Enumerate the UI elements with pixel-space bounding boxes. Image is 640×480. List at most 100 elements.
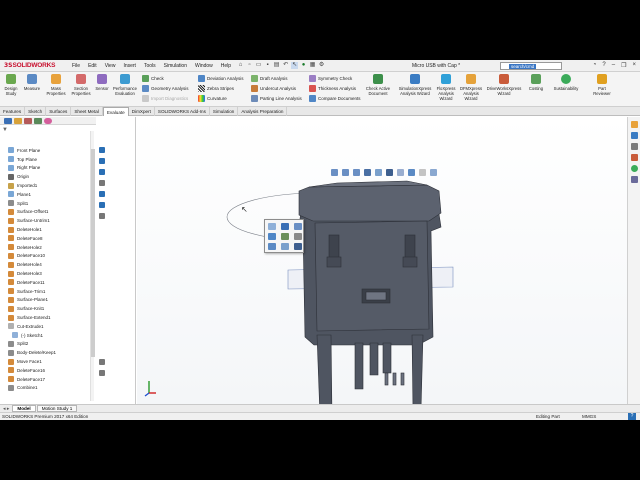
side-plane-icon[interactable] — [99, 169, 105, 175]
floxpress-button[interactable]: FloXpress Analysis Wizard — [434, 74, 458, 101]
file-properties-icon[interactable]: ▦ — [309, 62, 316, 69]
compare-documents-button[interactable]: Compare Documents — [309, 95, 361, 102]
menu-view[interactable]: View — [101, 63, 120, 69]
tab-sketch[interactable]: Sketch — [25, 107, 47, 116]
dfmxpress-button[interactable]: DFMXpress Analysis Wizard — [459, 74, 483, 101]
view-palette-icon[interactable] — [630, 154, 638, 161]
menu-tools[interactable]: Tools — [140, 63, 160, 69]
units-selector[interactable]: MMGS — [582, 414, 596, 419]
isolate-icon[interactable] — [294, 233, 302, 240]
tab-simulation[interactable]: Simulation — [210, 107, 239, 116]
tab-model[interactable]: Model — [12, 405, 36, 412]
tree-item[interactable]: Front Plane — [0, 146, 95, 155]
costing-button[interactable]: Costing — [526, 74, 546, 91]
tree-item[interactable]: (-) Sketch1 — [0, 331, 95, 340]
menu-edit[interactable]: Edit — [84, 63, 101, 69]
tree-item[interactable]: DeleteHole1 — [0, 225, 95, 234]
measure-button[interactable]: Measure — [22, 74, 42, 91]
solidworks-logo[interactable]: 3S SOLIDWORKS — [0, 62, 68, 69]
appearance-icon[interactable] — [281, 233, 289, 240]
sustainability-button[interactable]: Sustainability — [550, 74, 582, 91]
section-properties-button[interactable]: Section Properties — [69, 74, 93, 96]
tree-item[interactable]: Split2 — [0, 340, 95, 349]
status-help-icon[interactable]: ? — [628, 413, 636, 420]
new-document-icon[interactable]: ▫ — [246, 62, 253, 69]
tree-item[interactable]: Move Face1 — [0, 357, 95, 366]
check-active-document-button[interactable]: Check Active Document — [362, 74, 394, 96]
view-icon[interactable] — [294, 243, 302, 250]
save-icon[interactable]: ▪ — [264, 62, 271, 69]
select-other-icon[interactable] — [268, 223, 276, 230]
tab-surfaces[interactable]: Surfaces — [46, 107, 72, 116]
simulationxpress-button[interactable]: SimulationXpress Analysis Wizard — [397, 74, 433, 96]
section-icon[interactable] — [281, 243, 289, 250]
tree-item[interactable]: DeleteFace11 — [0, 278, 95, 287]
parting-line-analysis-button[interactable]: Parting Line Analysis — [251, 95, 302, 102]
solidworks-resources-icon[interactable] — [630, 121, 638, 128]
dimxpert-manager-tab-icon[interactable] — [34, 117, 42, 124]
design-library-icon[interactable] — [630, 132, 638, 139]
side-plane-icon[interactable] — [99, 202, 105, 208]
minimize-icon[interactable]: – — [612, 62, 615, 69]
scrollbar-thumb[interactable] — [91, 149, 95, 357]
user-icon[interactable]: ◔ — [593, 62, 597, 69]
side-sketch-icon[interactable] — [99, 370, 105, 376]
restore-icon[interactable]: ❐ — [621, 62, 626, 69]
tree-item[interactable]: Right Plane — [0, 164, 95, 173]
zebra-stripes-button[interactable]: Zebra Stripes — [198, 85, 234, 92]
tree-item[interactable]: DeleteHole4 — [0, 260, 95, 269]
tree-item[interactable]: Combine1 — [0, 384, 95, 393]
check-button[interactable]: Check — [142, 75, 164, 82]
menu-file[interactable]: File — [68, 63, 84, 69]
tree-item[interactable]: Surface-Offset1 — [0, 208, 95, 217]
search-commands-input[interactable]: search/cmd — [500, 62, 562, 70]
draft-analysis-button[interactable]: Draft Analysis — [251, 75, 288, 82]
home-icon[interactable]: ⌂ — [237, 62, 244, 69]
menu-insert[interactable]: Insert — [119, 63, 140, 69]
tab-evaluate[interactable]: Evaluate — [102, 107, 129, 116]
tree-item[interactable]: DeleteHole3 — [0, 269, 95, 278]
performance-evaluation-button[interactable]: Performance Evaluation — [111, 74, 139, 96]
mass-properties-button[interactable]: Mass Properties — [44, 74, 68, 96]
graphics-area[interactable] — [137, 117, 627, 404]
tree-item[interactable]: Surface-Extend1 — [0, 313, 95, 322]
symmetry-check-button[interactable]: Symmetry Check — [309, 75, 352, 82]
menu-help[interactable]: Help — [217, 63, 235, 69]
tree-item[interactable]: Surface-Plane1 — [0, 296, 95, 305]
sensor-button[interactable]: Sensor — [94, 74, 110, 91]
rebuild-icon[interactable]: ● — [300, 62, 307, 69]
scroll-left-icon[interactable]: ◂ ▸ — [0, 406, 12, 412]
tree-item[interactable]: Body-Delete/Keep1 — [0, 348, 95, 357]
menu-simulation[interactable]: Simulation — [160, 63, 191, 69]
deviation-analysis-button[interactable]: Deviation Analysis — [198, 75, 244, 82]
tree-item[interactable]: Top Plane — [0, 155, 95, 164]
tree-item[interactable]: Surface-Trim1 — [0, 287, 95, 296]
tree-item[interactable]: Cut-Extrude1 — [0, 322, 95, 331]
tree-item[interactable]: Surface-Untrim1 — [0, 216, 95, 225]
tree-item[interactable]: DeleteFace16 — [0, 366, 95, 375]
side-sketch-icon[interactable] — [99, 180, 105, 186]
feature-tree-scrollbar[interactable] — [90, 131, 95, 401]
side-plane-icon[interactable] — [99, 191, 105, 197]
filter-icon[interactable]: ▼ — [2, 127, 8, 133]
tab-sheet-metal[interactable]: Sheet Metal — [71, 107, 103, 116]
tree-item[interactable]: Surface-Knit1 — [0, 304, 95, 313]
appearances-icon[interactable] — [630, 165, 638, 172]
curvature-button[interactable]: Curvature — [198, 95, 227, 102]
tree-item[interactable]: DeleteFace10 — [0, 252, 95, 261]
thickness-analysis-button[interactable]: Thickness Analysis — [309, 85, 356, 92]
tree-item[interactable]: Plane1 — [0, 190, 95, 199]
feature-manager-tab-icon[interactable] — [4, 117, 12, 124]
configuration-manager-tab-icon[interactable] — [24, 117, 32, 124]
side-plane-icon[interactable] — [99, 147, 105, 153]
tab-features[interactable]: Features — [0, 107, 26, 116]
print-icon[interactable]: ▤ — [273, 62, 280, 69]
tree-item[interactable]: DeleteFace17 — [0, 375, 95, 384]
display-manager-tab-icon[interactable] — [44, 117, 52, 124]
usb-part-model[interactable] — [137, 117, 627, 404]
tree-item[interactable]: Origin — [0, 172, 95, 181]
file-explorer-icon[interactable] — [630, 143, 638, 150]
transparency-icon[interactable] — [268, 243, 276, 250]
side-plane-icon[interactable] — [99, 158, 105, 164]
custom-properties-icon[interactable] — [630, 176, 638, 183]
